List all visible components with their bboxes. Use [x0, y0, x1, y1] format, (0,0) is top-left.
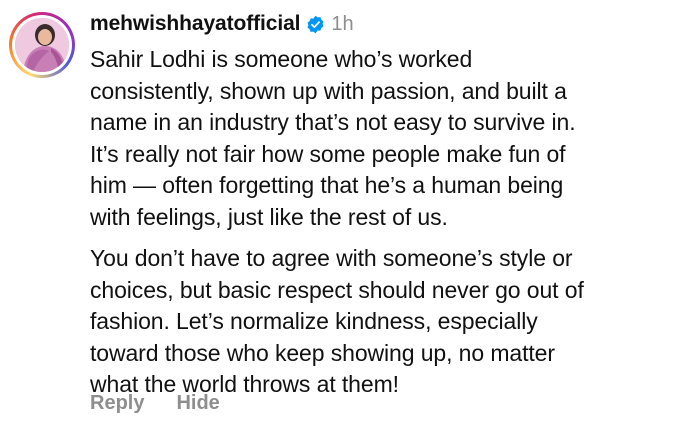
- verified-badge-icon: [306, 15, 325, 34]
- comment-item: mehwishhayatofficial 1h Sahir Lodhi is s…: [0, 0, 696, 433]
- comment-paragraph: You don’t have to agree with someone’s s…: [90, 245, 584, 397]
- username-link[interactable]: mehwishhayatofficial: [90, 12, 300, 36]
- avatar-story-ring[interactable]: [9, 12, 75, 78]
- comment-timestamp: 1h: [331, 12, 354, 35]
- comment-actions: Reply Hide: [90, 392, 220, 415]
- comment-header: mehwishhayatofficial 1h: [90, 8, 354, 40]
- comment-text: Sahir Lodhi is someone who’s worked cons…: [90, 44, 686, 401]
- reply-button[interactable]: Reply: [90, 392, 144, 415]
- avatar[interactable]: [15, 18, 69, 72]
- comment-paragraph: Sahir Lodhi is someone who’s worked cons…: [90, 46, 576, 230]
- hide-button[interactable]: Hide: [176, 392, 219, 415]
- avatar-image: [15, 18, 69, 72]
